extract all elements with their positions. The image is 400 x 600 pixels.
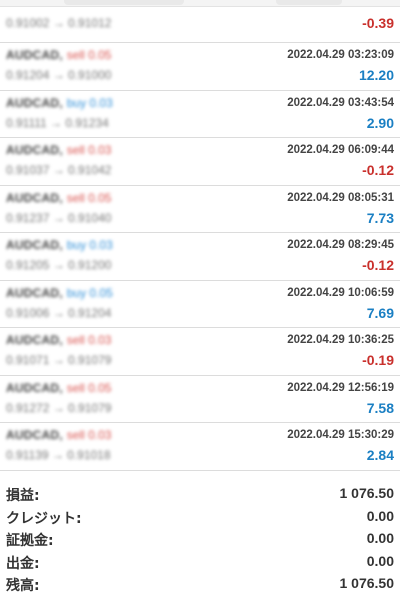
trade-symbol-line: AUDCAD, sell 0.05 <box>6 190 111 206</box>
trade-symbol-line: AUDCAD, sell 0.05 <box>6 47 111 63</box>
trade-symbol-line: AUDCAD, buy 0.05 <box>6 285 113 301</box>
trade-profit: -0.19 <box>362 352 394 368</box>
trade-symbol-line: AUDCAD, buy 0.03 <box>6 237 113 253</box>
trade-row[interactable]: AUDCAD, buy 0.05 2022.04.29 10:06:59 0.9100… <box>0 281 400 328</box>
summary-credit-label: クレジット: <box>6 510 82 527</box>
trade-close-time: 2022.04.29 08:05:31 <box>287 191 394 204</box>
trade-symbol-line: AUDCAD, sell 0.03 <box>6 332 111 348</box>
trade-price-range: 0.91002 → 0.91012 <box>6 16 112 30</box>
toolbar-tab-left[interactable] <box>64 0 184 5</box>
trade-history-list: 0.91002 → 0.91012 -0.39 AUDCAD, sell 0.05 20… <box>0 6 400 471</box>
trade-symbol: AUDCAD, <box>6 143 63 157</box>
summary-balance-row: 残高: 1 076.50 <box>0 573 400 596</box>
summary-withdrawal-label: 出金: <box>6 555 40 572</box>
trade-close-time: 2022.04.29 08:29:45 <box>287 239 394 251</box>
trade-row[interactable]: 0.91002 → 0.91012 -0.39 <box>0 6 400 43</box>
summary-margin-value: 0.00 <box>366 530 394 546</box>
trade-symbol: AUDCAD, <box>6 48 63 62</box>
summary-credit-value: 0.00 <box>366 507 394 524</box>
trade-close-time: 2022.04.29 10:06:59 <box>287 286 394 299</box>
trade-price-range: 0.91071 → 0.91079 <box>6 353 112 367</box>
trade-symbol: AUDCAD, <box>6 380 63 395</box>
summary-withdrawal-value: 0.00 <box>366 552 394 569</box>
trade-close-time: 2022.04.29 03:23:09 <box>287 49 394 61</box>
trade-price-range: 0.91272 → 0.91079 <box>6 400 112 415</box>
trade-order-type: sell 0.05 <box>66 380 112 395</box>
trade-row[interactable]: AUDCAD, sell 0.03 2022.04.29 10:36:25 0.910… <box>0 328 400 376</box>
trade-row[interactable]: AUDCAD, sell 0.05 2022.04.29 08:05:31 0.912… <box>0 186 400 233</box>
trade-order-type: sell 0.03 <box>66 333 112 347</box>
trade-profit: -0.12 <box>362 162 394 178</box>
trade-order-type: sell 0.03 <box>66 428 112 442</box>
summary-balance-label: 残高: <box>6 578 40 594</box>
trade-symbol: AUDCAD, <box>6 95 63 110</box>
trade-profit: 7.73 <box>366 209 394 226</box>
summary-profit-label: 損益: <box>6 488 40 504</box>
trade-close-time: 2022.04.29 06:09:44 <box>287 144 394 156</box>
toolbar-tab-right[interactable] <box>276 0 342 5</box>
trade-order-type: buy 0.03 <box>66 238 113 252</box>
trade-symbol-line: AUDCAD, sell 0.05 <box>6 380 111 396</box>
trade-row[interactable]: AUDCAD, sell 0.05 2022.04.29 12:56:19 0.912… <box>0 376 400 423</box>
trade-profit: -0.12 <box>362 257 394 273</box>
summary-profit-value: 1 076.50 <box>339 485 395 501</box>
trade-order-type: sell 0.05 <box>66 190 112 205</box>
trade-symbol-line: AUDCAD, sell 0.03 <box>6 142 111 158</box>
summary-profit-row: 損益: 1 076.50 <box>0 483 400 506</box>
trade-profit: 2.90 <box>366 114 394 131</box>
trade-symbol: AUDCAD, <box>6 428 63 442</box>
trade-profit: -0.39 <box>362 15 394 31</box>
trade-order-type: sell 0.03 <box>66 143 112 157</box>
trade-order-type: sell 0.05 <box>66 48 112 62</box>
trade-symbol-line: AUDCAD, buy 0.03 <box>6 95 113 111</box>
trade-price-range: 0.91205 → 0.91200 <box>6 258 112 272</box>
trade-profit: 7.58 <box>366 399 394 416</box>
trade-symbol-line: AUDCAD, sell 0.03 <box>6 427 111 443</box>
trade-close-time: 2022.04.29 03:43:54 <box>287 96 394 109</box>
summary-margin-row: 証拠金: 0.00 <box>0 528 400 551</box>
trade-symbol: AUDCAD, <box>6 333 63 347</box>
summary-credit-row: クレジット: 0.00 <box>0 506 400 529</box>
account-summary: 損益: 1 076.50 クレジット: 0.00 証拠金: 0.00 出金: 0.00 残高: 1… <box>0 483 400 596</box>
trade-price-range: 0.91037 → 0.91042 <box>6 163 112 177</box>
trade-profit: 7.69 <box>366 304 394 321</box>
trade-price-range: 0.91006 → 0.91204 <box>6 305 112 320</box>
trade-row[interactable]: AUDCAD, sell 0.03 2022.04.29 15:30:29 0.911… <box>0 423 400 471</box>
trade-close-time: 2022.04.29 10:36:25 <box>287 334 394 346</box>
trade-price-range: 0.91139 → 0.91018 <box>6 448 111 462</box>
trade-close-time: 2022.04.29 15:30:29 <box>287 429 394 441</box>
trade-order-type: buy 0.05 <box>66 285 113 300</box>
trade-row[interactable]: AUDCAD, sell 0.03 2022.04.29 06:09:44 0.910… <box>0 138 400 186</box>
trade-history-screen: 0.91002 → 0.91012 -0.39 AUDCAD, sell 0.05 20… <box>0 0 400 600</box>
trade-row[interactable]: AUDCAD, sell 0.05 2022.04.29 03:23:09 0.912… <box>0 43 400 91</box>
trade-symbol: AUDCAD, <box>6 285 63 300</box>
summary-balance-value: 1 076.50 <box>339 575 395 591</box>
trade-price-range: 0.91204 → 0.91000 <box>6 68 112 82</box>
trade-row[interactable]: AUDCAD, buy 0.03 2022.04.29 08:29:45 0.9120… <box>0 233 400 281</box>
trade-close-time: 2022.04.29 12:56:19 <box>287 381 394 394</box>
trade-order-type: buy 0.03 <box>66 95 113 110</box>
trade-price-range: 0.91111 → 0.91234 <box>6 115 109 130</box>
trade-profit: 12.20 <box>358 67 394 83</box>
trade-row[interactable]: AUDCAD, buy 0.03 2022.04.29 03:43:54 0.9111… <box>0 91 400 138</box>
trade-symbol: AUDCAD, <box>6 190 63 205</box>
summary-margin-label: 証拠金: <box>6 533 54 549</box>
trade-symbol: AUDCAD, <box>6 238 63 252</box>
trade-profit: 2.84 <box>366 447 394 463</box>
trade-price-range: 0.91237 → 0.91040 <box>6 210 112 225</box>
summary-withdrawal-row: 出金: 0.00 <box>0 551 400 574</box>
